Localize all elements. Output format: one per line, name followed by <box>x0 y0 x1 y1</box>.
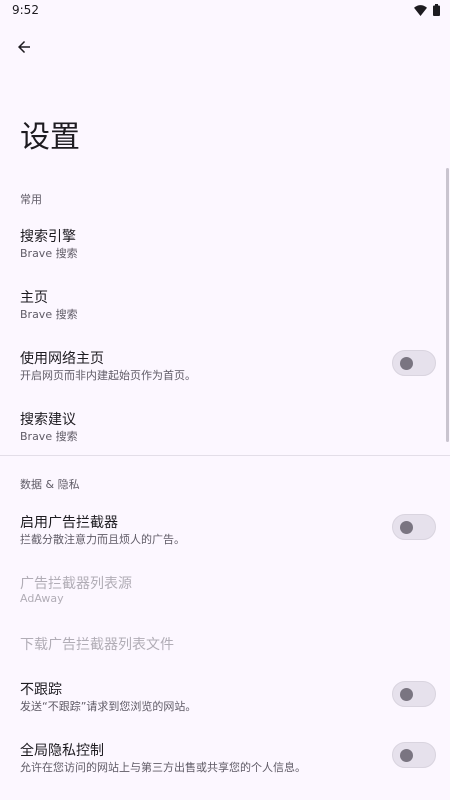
setting-gpc[interactable]: 全局隐私控制 允许在您访问的网站上与第三方出售或共享您的个人信息。 <box>0 736 450 780</box>
setting-title: 下载广告拦截器列表文件 <box>20 637 174 653</box>
setting-subtitle: 允许在您访问的网站上与第三方出售或共享您的个人信息。 <box>20 761 306 774</box>
setting-ad-blocker[interactable]: 启用广告拦截器 拦截分散注意力而且烦人的广告。 <box>0 508 450 552</box>
setting-title: 搜索建议 <box>20 412 76 428</box>
setting-title: 不跟踪 <box>20 682 62 698</box>
web-homepage-toggle[interactable] <box>392 350 436 376</box>
setting-subtitle: 拦截分散注意力而且烦人的广告。 <box>20 533 185 546</box>
setting-subtitle: 开启网页而非内建起始页作为首页。 <box>20 369 196 382</box>
setting-title: 使用网络主页 <box>20 351 104 367</box>
toggle-knob <box>400 688 413 701</box>
status-icons <box>414 4 440 16</box>
toggle-knob <box>400 749 413 762</box>
toggle-knob <box>400 357 413 370</box>
setting-subtitle: Brave 搜索 <box>20 247 78 260</box>
battery-icon <box>433 4 440 16</box>
setting-title: 主页 <box>20 290 48 306</box>
setting-search-suggestions[interactable]: 搜索建议 Brave 搜索 <box>0 405 450 449</box>
setting-title: 广告拦截器列表源 <box>20 576 132 592</box>
setting-title: 启用广告拦截器 <box>20 515 118 531</box>
setting-homepage[interactable]: 主页 Brave 搜索 <box>0 283 450 327</box>
setting-title: 搜索引擎 <box>20 229 76 245</box>
setting-subtitle: AdAway <box>20 592 64 605</box>
ad-blocker-toggle[interactable] <box>392 514 436 540</box>
page-title: 设置 <box>20 120 80 155</box>
wifi-icon <box>414 4 427 16</box>
setting-title: 全局隐私控制 <box>20 743 104 759</box>
section-divider <box>0 455 450 456</box>
arrow-left-icon <box>18 41 30 53</box>
status-time: 9:52 <box>12 3 39 17</box>
setting-subtitle: 发送“不跟踪”请求到您浏览的网站。 <box>20 700 197 713</box>
back-button[interactable] <box>10 33 38 61</box>
setting-search-engine[interactable]: 搜索引擎 Brave 搜索 <box>0 222 450 266</box>
setting-do-not-track[interactable]: 不跟踪 发送“不跟踪”请求到您浏览的网站。 <box>0 675 450 719</box>
setting-ad-blocker-source: 广告拦截器列表源 AdAway <box>0 569 450 613</box>
toggle-knob <box>400 521 413 534</box>
setting-subtitle: Brave 搜索 <box>20 308 78 321</box>
setting-subtitle: Brave 搜索 <box>20 430 78 443</box>
section-header-common: 常用 <box>20 193 42 206</box>
setting-download-list: 下载广告拦截器列表文件 <box>0 630 450 658</box>
do-not-track-toggle[interactable] <box>392 681 436 707</box>
status-bar: 9:52 <box>0 0 450 22</box>
gpc-toggle[interactable] <box>392 742 436 768</box>
setting-web-homepage[interactable]: 使用网络主页 开启网页而非内建起始页作为首页。 <box>0 344 450 388</box>
section-header-privacy: 数据 & 隐私 <box>20 478 80 491</box>
